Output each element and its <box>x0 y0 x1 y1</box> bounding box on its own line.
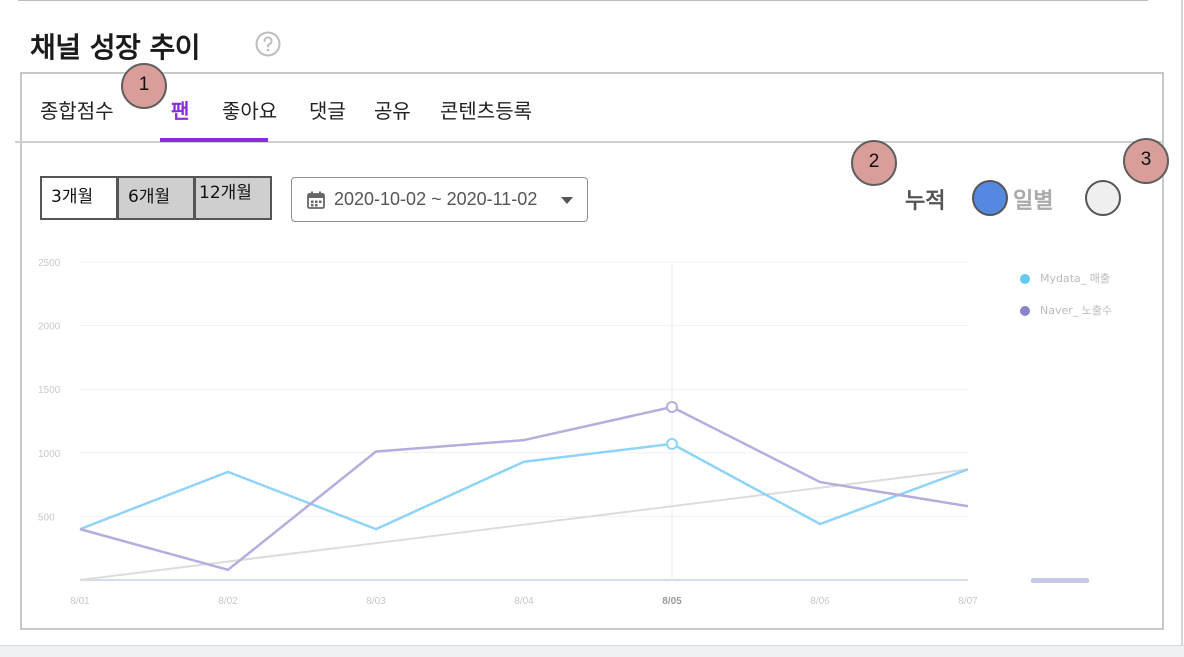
marker-2: 2 <box>851 140 897 186</box>
marker-1: 1 <box>121 63 167 109</box>
legend-scroll-bar[interactable] <box>1031 578 1089 583</box>
data-point <box>666 437 678 450</box>
y-tick-label: 2500 <box>38 258 61 269</box>
legend-dot-icon <box>1020 306 1030 316</box>
tab-likes[interactable]: 좋아요 <box>222 95 277 124</box>
calendar-icon <box>307 191 325 209</box>
marker-3: 3 <box>1123 138 1169 184</box>
y-tick-label: 1000 <box>38 449 61 460</box>
page-title: 채널 성장 추이 <box>30 31 201 64</box>
legend-item-mydata[interactable]: Mydata_ 매출 <box>1020 270 1110 286</box>
tab-content-registration[interactable]: 콘텐츠등록 <box>440 95 532 124</box>
tab-fans[interactable]: 팬 <box>171 95 189 124</box>
x-tick-label: 8/02 <box>218 596 238 607</box>
y-tick-label: 2000 <box>38 322 61 333</box>
trend-line <box>79 468 969 581</box>
question-circle-icon[interactable] <box>255 31 281 57</box>
y-tick-label: 1500 <box>38 385 61 396</box>
x-tick-label: 8/05 <box>662 596 682 607</box>
bottom-divider <box>0 645 1184 657</box>
x-tick-label: 8/01 <box>70 596 90 607</box>
tab-comments[interactable]: 댓글 <box>309 95 346 124</box>
cumulative-label: 누적 <box>905 189 946 214</box>
period-3-months-button[interactable]: 3개월 <box>40 176 118 220</box>
top-divider <box>18 0 1148 1</box>
y-tick-label: 500 <box>38 512 55 523</box>
period-6-months-button[interactable]: 6개월 <box>117 176 195 220</box>
x-tick-label: 8/04 <box>514 596 534 607</box>
cumulative-toggle[interactable] <box>972 180 1008 216</box>
daily-toggle[interactable] <box>1085 180 1121 216</box>
active-tab-underline <box>160 138 268 142</box>
date-range-picker[interactable]: 2020-10-02 ~ 2020-11-02 <box>291 177 588 222</box>
daily-label: 일별 <box>1013 189 1054 214</box>
tab-total-score[interactable]: 종합점수 <box>40 95 114 124</box>
series-line-naver <box>79 405 969 572</box>
data-point <box>666 401 678 414</box>
legend-item-naver[interactable]: Naver_ 노출수 <box>1020 302 1112 318</box>
chevron-down-icon <box>561 197 573 204</box>
x-tick-label: 8/03 <box>366 596 386 607</box>
line-chart: 500 1000 1500 2000 2500 8/01 8/02 8/03 8/04 8/05 8… <box>38 258 978 607</box>
legend-label: Naver_ 노출수 <box>1040 304 1113 317</box>
date-range-value: 2020-10-02 ~ 2020-11-02 <box>334 189 538 209</box>
period-12-months-button[interactable]: 12개월 <box>194 176 272 220</box>
x-tick-label: 8/07 <box>958 596 978 607</box>
right-divider <box>1181 0 1183 656</box>
x-tick-label: 8/06 <box>810 596 830 607</box>
legend-label: Mydata_ 매출 <box>1040 272 1111 285</box>
legend-dot-icon <box>1020 274 1030 284</box>
tab-shares[interactable]: 공유 <box>374 95 411 124</box>
